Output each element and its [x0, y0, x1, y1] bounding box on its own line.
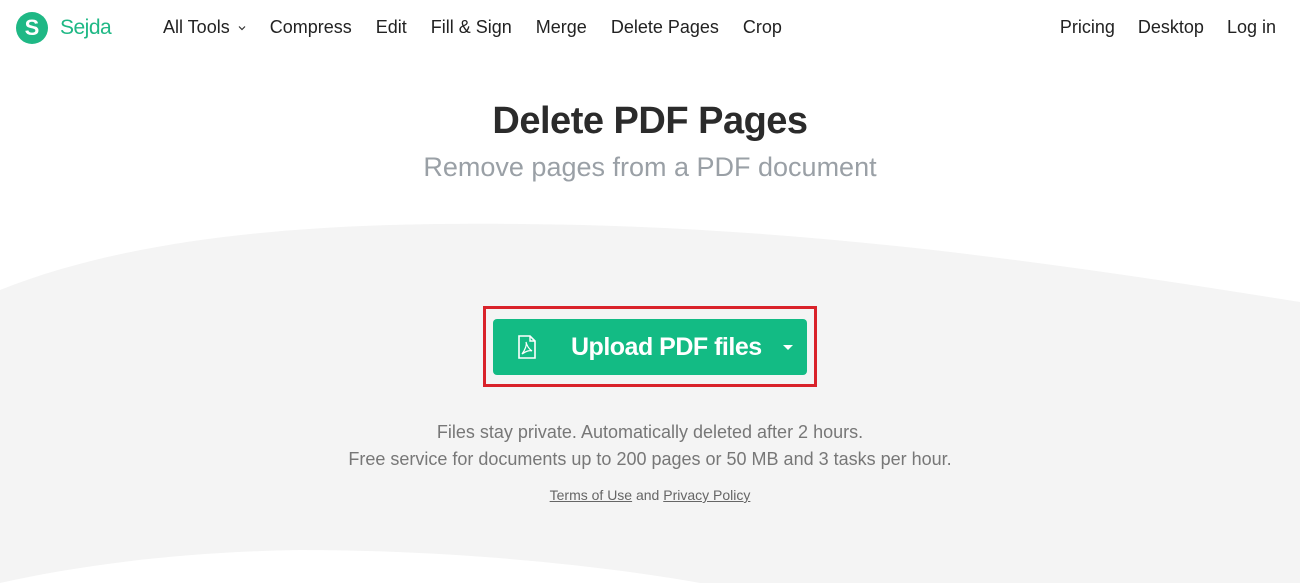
limits-note: Free service for documents up to 200 pag… — [348, 449, 952, 469]
legal-and-text: and — [635, 487, 660, 503]
nav-edit[interactable]: Edit — [376, 17, 407, 38]
nav-login[interactable]: Log in — [1227, 17, 1276, 38]
nav-all-tools[interactable]: All Tools — [163, 17, 246, 38]
caret-down-icon[interactable] — [783, 345, 793, 350]
nav-delete-pages[interactable]: Delete Pages — [611, 17, 719, 38]
legal-links: Terms of Use and Privacy Policy — [0, 487, 1300, 503]
logo-text: Sejda — [60, 16, 112, 39]
upload-button-label: Upload PDF files — [571, 333, 762, 361]
top-navigation: S Sejda All Tools Compress Edit Fill & S… — [0, 0, 1300, 56]
chevron-down-icon — [238, 25, 246, 30]
nav-fill-sign[interactable]: Fill & Sign — [431, 17, 512, 38]
privacy-note: Files stay private. Automatically delete… — [436, 422, 864, 442]
page-title: Delete PDF Pages — [492, 100, 808, 142]
nav-pricing[interactable]: Pricing — [1060, 17, 1115, 38]
upload-pdf-button[interactable]: Upload PDF files — [493, 319, 807, 375]
account-nav: Pricing Desktop Log in — [1037, 17, 1276, 38]
terms-of-use-link[interactable]: Terms of Use — [550, 487, 632, 503]
privacy-policy-link[interactable]: Privacy Policy — [663, 487, 750, 503]
page-subtitle: Remove pages from a PDF document — [423, 152, 877, 182]
nav-desktop[interactable]: Desktop — [1138, 17, 1204, 38]
main-nav: All Tools Compress Edit Fill & Sign Merg… — [163, 17, 806, 38]
logo-badge-icon: S — [16, 12, 48, 44]
nav-compress[interactable]: Compress — [270, 17, 352, 38]
nav-merge[interactable]: Merge — [536, 17, 587, 38]
sejda-logo[interactable]: S Sejda — [16, 12, 112, 44]
pdf-file-icon — [518, 335, 536, 359]
nav-all-tools-label: All Tools — [163, 17, 230, 37]
nav-crop[interactable]: Crop — [743, 17, 782, 38]
